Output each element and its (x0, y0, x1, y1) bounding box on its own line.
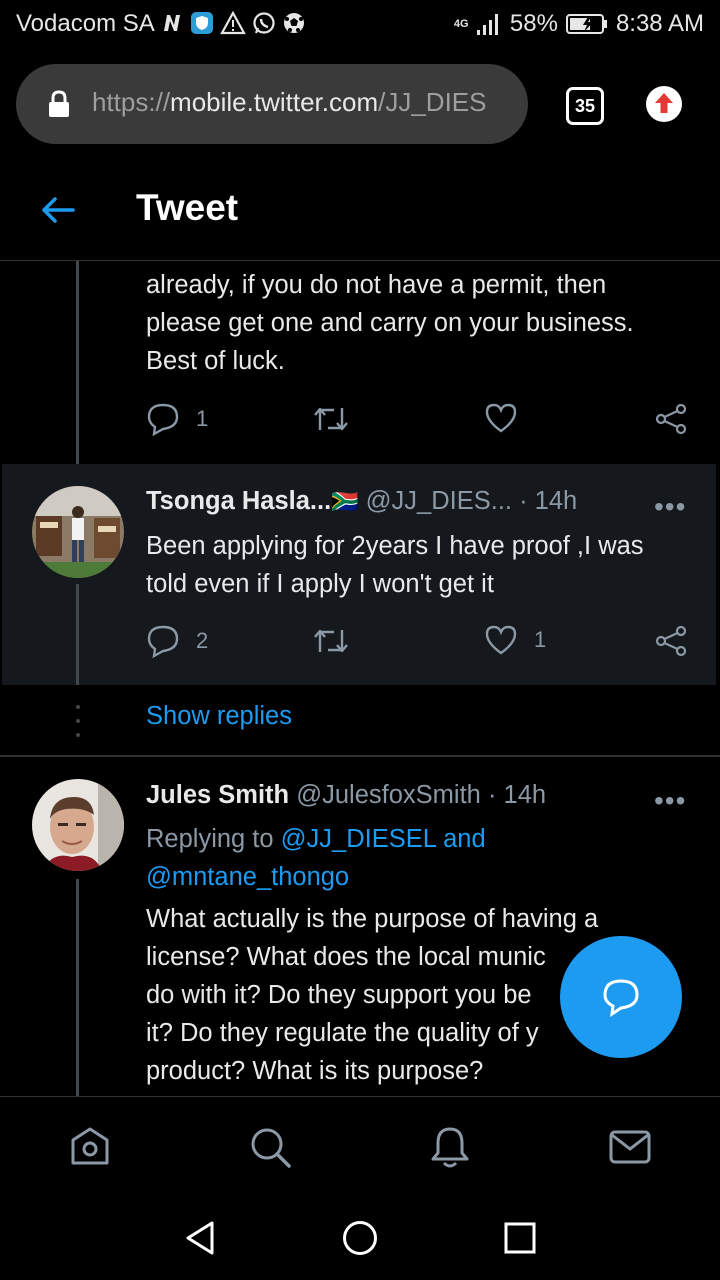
clock: 8:38 AM (615, 10, 704, 37)
tweet-text-line: Been applying for 2years I have proof ,I… (146, 532, 644, 560)
reply-action[interactable]: 2 (146, 624, 208, 658)
replying-to-users[interactable]: @JJ_DIESEL and (281, 825, 486, 853)
tweet-2-header: Tsonga Hasla...🇿🇦 @JJ_DIES... · 14h (146, 487, 577, 516)
dotted-thread-icon (76, 705, 80, 737)
share-action[interactable] (654, 402, 688, 436)
divider (0, 755, 720, 757)
status-icons (160, 11, 306, 35)
tweet-text-line: product? What is its purpose? (146, 1057, 484, 1085)
lock-icon (49, 90, 69, 117)
back-arrow-icon[interactable] (40, 192, 76, 228)
reply-action[interactable]: 1 (146, 402, 208, 436)
heart-icon (485, 403, 517, 433)
show-replies-link[interactable]: Show replies (146, 702, 292, 731)
like-count: 1 (534, 627, 547, 652)
update-button[interactable] (646, 86, 682, 122)
messages-icon[interactable] (608, 1125, 652, 1169)
address-bar[interactable]: https://mobile.twitter.com/JJ_DIES (16, 64, 528, 144)
status-right: 4G 58% 8:38 AM (454, 10, 704, 38)
like-action[interactable] (484, 402, 518, 434)
replying-prefix: Replying to (146, 825, 274, 853)
home-icon[interactable] (68, 1125, 112, 1169)
more-options-icon[interactable]: ••• (654, 491, 686, 523)
url-scheme: https:// (92, 87, 171, 117)
home-circle-icon[interactable] (342, 1220, 378, 1256)
tweet-text-line: What actually is the purpose of having a (146, 905, 599, 933)
replying-to: Replying to @JJ_DIESEL and @mntane_thong… (146, 820, 696, 896)
status-bar: Vodacom SA 4G 58% 8:38 AM (0, 0, 720, 50)
avatar[interactable] (32, 486, 124, 578)
tweet-2-text: Been applying for 2years I have proof ,I… (146, 527, 696, 603)
tweet-text-line: already, if you do not have a permit, th… (146, 271, 607, 299)
tweet-2-actions: 2 1 (146, 624, 691, 664)
bottom-navigation (0, 1096, 720, 1197)
more-options-icon[interactable]: ••• (654, 785, 686, 817)
share-icon (655, 625, 687, 657)
retweet-icon (314, 407, 348, 431)
heart-icon (485, 625, 517, 655)
whatsapp-icon (253, 12, 275, 34)
system-navigation (0, 1196, 720, 1280)
author-name[interactable]: Jules Smith (146, 781, 289, 809)
tweet-text-line: Best of luck. (146, 347, 285, 375)
tweet-1-text: already, if you do not have a permit, th… (146, 266, 696, 380)
url-path: /JJ_DIES (378, 87, 487, 117)
retweet-action[interactable] (312, 624, 350, 658)
page-header: Tweet (0, 160, 720, 261)
reply-count: 1 (196, 406, 209, 431)
network-type: 4G (453, 17, 469, 30)
tweet-text-line: please get one and carry on your busines… (146, 309, 634, 337)
avatar[interactable] (32, 779, 124, 871)
like-action[interactable]: 1 (484, 624, 546, 656)
url-host: mobile.twitter.com (170, 87, 379, 117)
tweet-3-header: Jules Smith @JulesfoxSmith · 14h (146, 781, 546, 810)
signal-icon (476, 14, 498, 35)
tweet-time: · 14h (519, 487, 578, 515)
network-n-icon (164, 15, 180, 31)
notifications-icon[interactable] (428, 1125, 472, 1169)
avatar-image (32, 779, 124, 871)
tweet-text-line: told even if I apply I won't get it (146, 570, 494, 598)
retweet-icon (314, 629, 348, 653)
avatar-image (32, 486, 124, 578)
back-triangle-icon[interactable] (184, 1220, 216, 1256)
reply-icon (147, 625, 179, 658)
thread-line (76, 879, 79, 1096)
reply-bubble-icon (603, 979, 639, 1017)
battery-percent: 58% (509, 10, 558, 37)
retweet-action[interactable] (312, 402, 350, 436)
share-icon (655, 403, 687, 435)
tweet-time: · 14h (487, 781, 547, 809)
reply-icon (147, 403, 179, 436)
page-title: Tweet (136, 187, 239, 228)
browser-toolbar: https://mobile.twitter.com/JJ_DIES 35 (0, 50, 720, 160)
replying-to-user[interactable]: @mntane_thongo (146, 858, 696, 896)
reply-count: 2 (196, 628, 209, 653)
tweet-1-actions: 1 (146, 402, 691, 442)
author-name[interactable]: Tsonga Hasla... (146, 487, 331, 515)
recents-square-icon[interactable] (504, 1222, 536, 1254)
compose-reply-button[interactable] (560, 936, 682, 1058)
share-action[interactable] (654, 624, 688, 658)
flag-emoji: 🇿🇦 (331, 489, 359, 514)
tab-switcher-button[interactable]: 35 (566, 87, 604, 125)
author-handle[interactable]: @JulesfoxSmith (296, 781, 481, 809)
battery-icon (565, 14, 607, 34)
author-handle[interactable]: @JJ_DIES... (366, 487, 512, 515)
soccer-ball-icon (284, 13, 304, 33)
search-icon[interactable] (248, 1125, 292, 1169)
url-text: https://mobile.twitter.com/JJ_DIES (92, 87, 512, 118)
carrier-name: Vodacom SA (16, 10, 155, 37)
thread-line (76, 261, 79, 464)
warning-icon (220, 11, 246, 35)
shield-icon (191, 12, 213, 34)
thread-line (76, 584, 79, 685)
arrow-up-icon (655, 93, 673, 113)
